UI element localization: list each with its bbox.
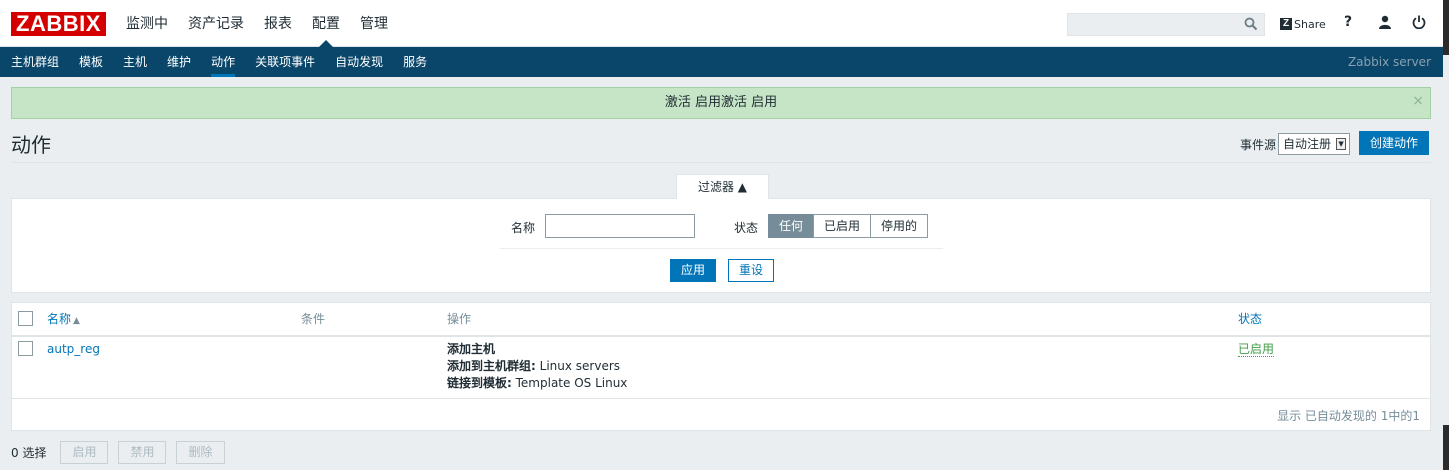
scrollbar-thumb[interactable] — [1443, 55, 1449, 425]
submenu-item-actions[interactable]: 动作 — [201, 47, 245, 77]
close-icon[interactable]: × — [1412, 88, 1424, 114]
share-button[interactable]: Z Share — [1280, 15, 1326, 33]
header-divider — [11, 162, 1431, 163]
action-operations: 添加主机 添加到主机群组: Linux servers 链接到模板: Templ… — [447, 341, 627, 392]
menu-item-administration[interactable]: 管理 — [350, 0, 398, 47]
top-header: ZABBIX 监测中 资产记录 报表 配置 管理 Z Share ? — [0, 0, 1443, 47]
disable-button[interactable]: 禁用 — [118, 441, 167, 464]
create-action-button[interactable]: 创建动作 — [1359, 131, 1430, 155]
mass-action-bar: 0 选择 启用 禁用 删除 — [11, 441, 235, 464]
window-scrollbar[interactable] — [1443, 0, 1449, 470]
table-header-divider — [12, 335, 1430, 337]
delete-button[interactable]: 删除 — [176, 441, 225, 464]
status-badge[interactable]: 已启用 — [1238, 341, 1275, 358]
submenu-item-templates[interactable]: 模板 — [69, 47, 113, 77]
main-menu: 监测中 资产记录 报表 配置 管理 — [116, 0, 398, 47]
submenu-item-host-groups[interactable]: 主机群组 — [0, 47, 69, 77]
submenu-item-maintenance[interactable]: 维护 — [157, 47, 201, 77]
filter-name-label: 名称 — [511, 221, 536, 235]
action-name-link[interactable]: autp_reg — [47, 341, 100, 358]
table-row-divider — [12, 398, 1430, 399]
reset-button[interactable]: 重设 — [728, 259, 775, 282]
submenu-item-services[interactable]: 服务 — [393, 47, 437, 77]
column-header-conditions: 条件 — [301, 312, 326, 326]
event-source-control: 事件源 自动注册 ▼ — [1240, 132, 1351, 156]
operation-line: 链接到模板: Template OS Linux — [447, 376, 628, 390]
sign-out-icon[interactable] — [1412, 15, 1426, 32]
status-option-any[interactable]: 任何 — [768, 214, 815, 238]
menu-item-monitoring[interactable]: 监测中 — [116, 0, 178, 47]
status-option-enabled[interactable]: 已启用 — [813, 214, 872, 238]
sub-menu: 主机群组 模板 主机 维护 动作 关联项事件 自动发现 服务 Zabbix se… — [0, 47, 1443, 77]
apply-button[interactable]: 应用 — [670, 259, 717, 282]
menu-item-reports[interactable]: 报表 — [254, 0, 302, 47]
operation-line: 添加主机 — [447, 342, 496, 356]
filter-tab[interactable]: 过滤器 ▲ — [676, 174, 769, 199]
success-message: 激活 启用激活 启用 × — [11, 87, 1431, 119]
actions-table: 名称 ▲ 条件 操作 状态 autp_reg 添加主机 添加到主机群组: Linu… — [11, 302, 1431, 431]
event-source-select[interactable]: 自动注册 ▼ — [1278, 133, 1351, 155]
message-text: 激活 启用激活 启用 — [664, 95, 778, 110]
column-header-name[interactable]: 名称 ▲ — [47, 303, 80, 335]
filter-separator — [500, 248, 943, 249]
sort-asc-icon: ▲ — [73, 316, 80, 326]
chevron-down-icon[interactable]: ▼ — [1336, 138, 1347, 150]
user-profile-icon[interactable] — [1378, 15, 1392, 32]
search-input[interactable] — [1067, 13, 1265, 36]
share-label: Share — [1294, 17, 1326, 31]
status-option-disabled[interactable]: 停用的 — [870, 214, 929, 238]
zabbix-share-icon: Z — [1280, 18, 1292, 30]
event-source-value: 自动注册 — [1283, 137, 1332, 151]
search-icon[interactable] — [1244, 17, 1258, 34]
menu-item-configuration[interactable]: 配置 — [302, 0, 350, 47]
table-pager: 显示 已自动发现的 1中的1 — [1277, 409, 1420, 423]
operation-line: 添加到主机群组: Linux servers — [447, 359, 621, 373]
selected-count: 0 选择 — [11, 446, 47, 460]
filter-status-segmented: 任何 已启用 停用的 — [768, 214, 929, 238]
help-icon[interactable]: ? — [1344, 14, 1352, 30]
submenu-item-event-correlation[interactable]: 关联项事件 — [245, 47, 325, 77]
row-checkbox[interactable] — [18, 341, 33, 356]
filter-status-label: 状态 — [734, 221, 759, 235]
submenu-item-discovery[interactable]: 自动发现 — [325, 47, 393, 77]
filter-name-input[interactable] — [545, 214, 695, 238]
page-title: 动作 — [11, 133, 51, 157]
select-all-checkbox[interactable] — [18, 311, 33, 326]
column-header-status[interactable]: 状态 — [1238, 303, 1262, 335]
column-header-operations: 操作 — [447, 312, 472, 326]
menu-item-inventory[interactable]: 资产记录 — [178, 0, 254, 47]
filter-panel: 名称 状态 任何 已启用 停用的 应用 重设 — [11, 198, 1431, 293]
event-source-label: 事件源 — [1240, 137, 1277, 152]
enable-button[interactable]: 启用 — [60, 441, 109, 464]
server-name: Zabbix server — [1347, 55, 1431, 69]
submenu-item-hosts[interactable]: 主机 — [113, 47, 157, 77]
zabbix-logo[interactable]: ZABBIX — [11, 12, 106, 36]
column-name-label: 名称 — [47, 312, 72, 326]
